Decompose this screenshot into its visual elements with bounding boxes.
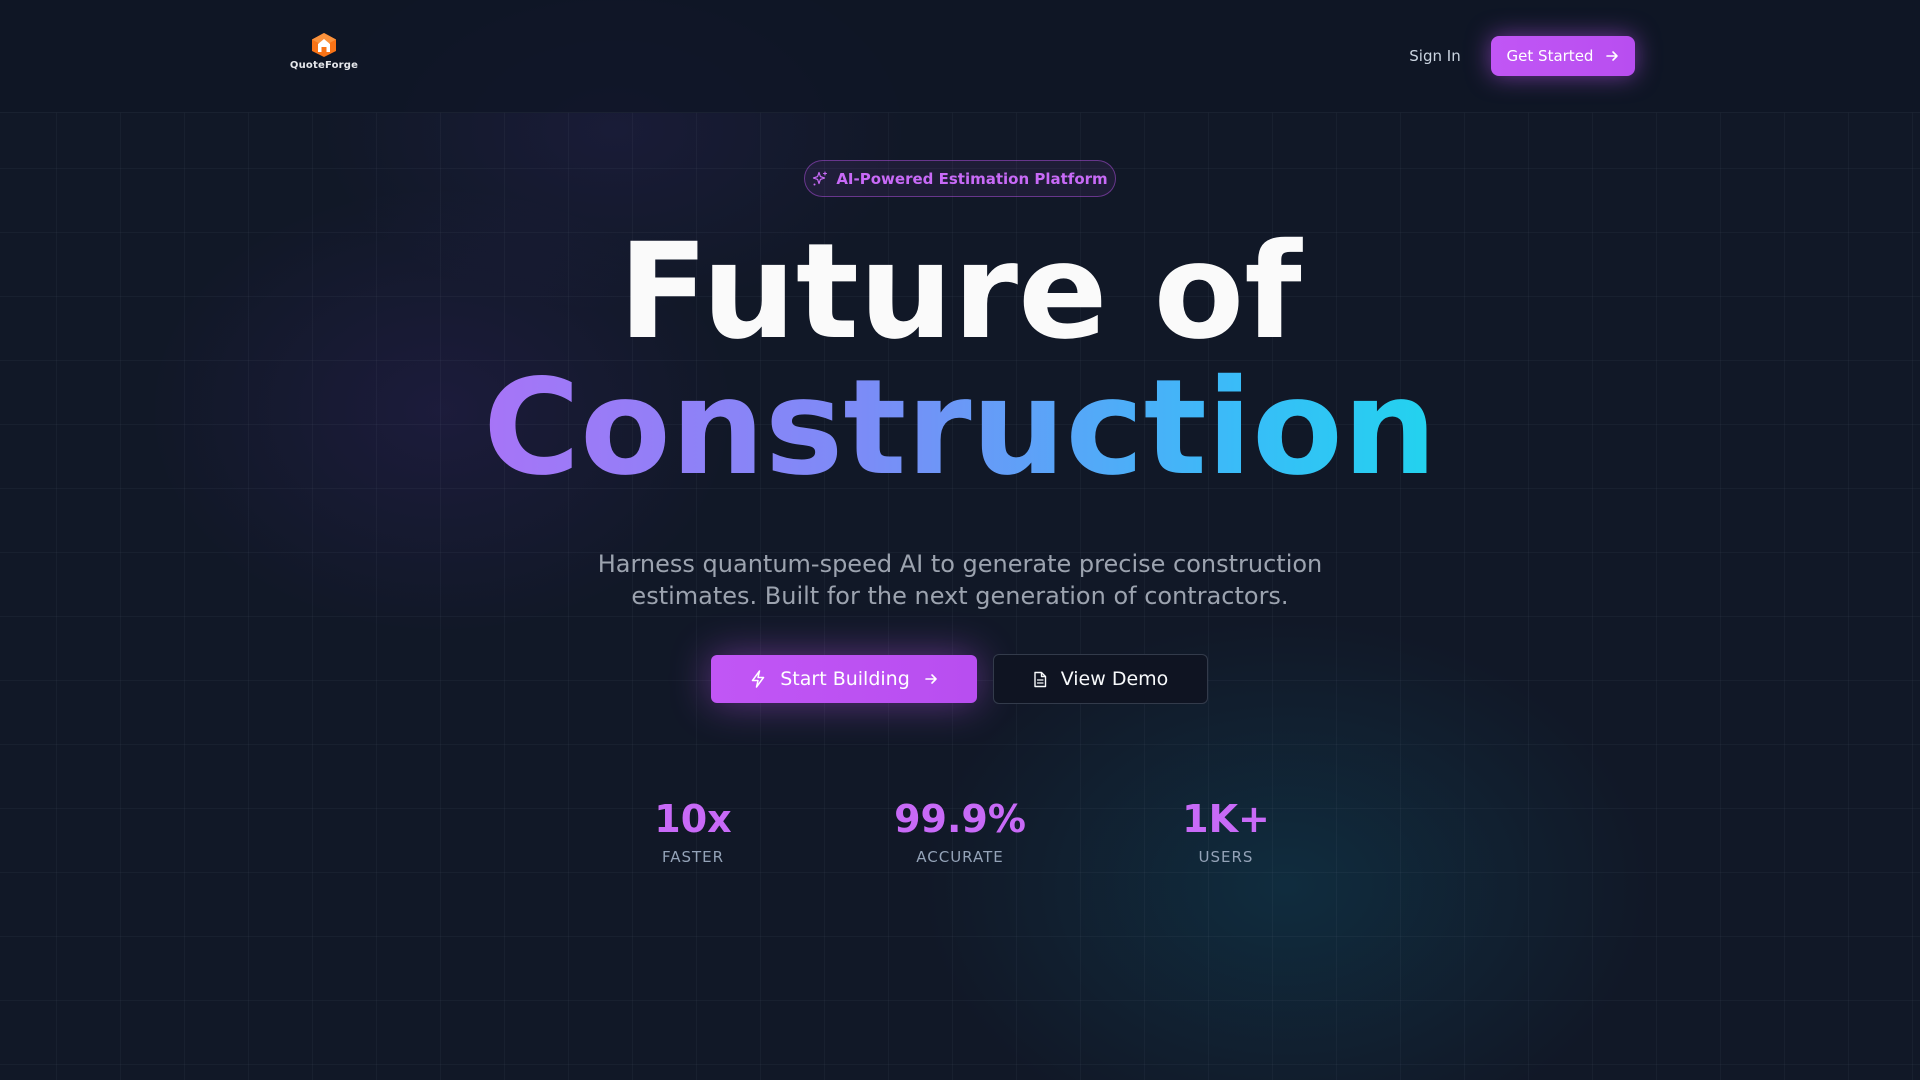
view-demo-button[interactable]: View Demo bbox=[993, 654, 1208, 704]
start-building-label: Start Building bbox=[780, 668, 910, 690]
hero-title-gradient-text: Construction bbox=[483, 351, 1437, 505]
stat-faster: 10x FASTER bbox=[593, 796, 793, 866]
brand-logo[interactable]: QuoteForge bbox=[290, 32, 358, 74]
sparkles-icon bbox=[812, 170, 828, 187]
arrow-right-icon bbox=[924, 672, 938, 686]
badge-label: AI-Powered Estimation Platform bbox=[836, 169, 1108, 188]
get-started-label: Get Started bbox=[1506, 47, 1594, 65]
hero-subtitle: Harness quantum-speed AI to generate pre… bbox=[597, 550, 1323, 610]
sign-in-link[interactable]: Sign In bbox=[1400, 44, 1470, 68]
stat-accurate: 99.9% ACCURATE bbox=[860, 796, 1060, 866]
start-building-button[interactable]: Start Building bbox=[711, 655, 977, 703]
lightning-icon bbox=[750, 670, 766, 688]
view-demo-label: View Demo bbox=[1060, 668, 1169, 690]
stat-label: ACCURATE bbox=[916, 848, 1004, 866]
get-started-button[interactable]: Get Started bbox=[1491, 36, 1635, 76]
arrow-right-icon bbox=[1605, 49, 1619, 63]
house-hexagon-icon bbox=[310, 32, 338, 58]
hero-title-line-2: Construction bbox=[0, 358, 1920, 498]
stat-value: 99.9% bbox=[894, 797, 1026, 841]
top-nav: QuoteForge Sign In Get Started bbox=[0, 0, 1920, 113]
document-icon bbox=[1033, 671, 1047, 688]
brand-name: QuoteForge bbox=[289, 60, 359, 71]
stat-value: 10x bbox=[654, 797, 732, 841]
stat-label: FASTER bbox=[661, 848, 725, 866]
hero-badge: AI-Powered Estimation Platform bbox=[804, 160, 1116, 197]
stat-value: 1K+ bbox=[1182, 797, 1270, 841]
stat-users: 1K+ USERS bbox=[1126, 796, 1326, 866]
stat-label: USERS bbox=[1198, 848, 1254, 866]
hero-title-line-1: Future of bbox=[618, 215, 1302, 369]
